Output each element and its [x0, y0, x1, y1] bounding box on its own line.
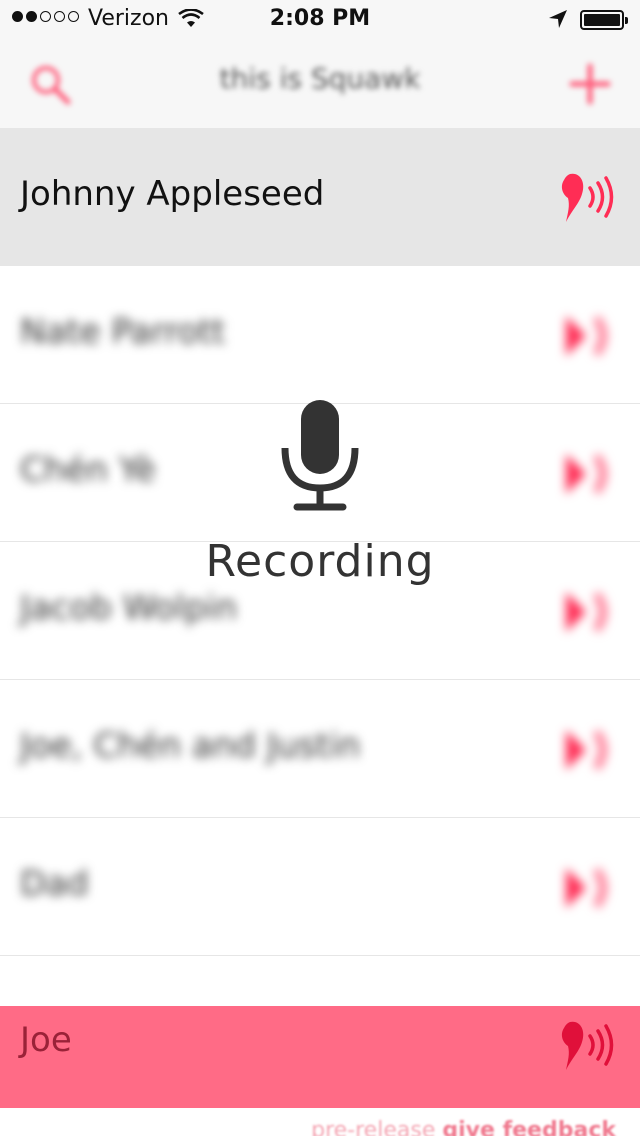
squawk-bird-icon[interactable] — [556, 582, 616, 642]
battery-icon — [580, 10, 628, 30]
contact-row[interactable]: Johnny Appleseed — [0, 128, 640, 266]
contact-name: Jacob Wolpin — [20, 588, 238, 628]
footer-prefix: pre-release — [311, 1118, 436, 1136]
navigation-bar: this is Squawk — [0, 40, 640, 129]
empty-row — [0, 956, 640, 1006]
contact-name: Johnny Appleseed — [20, 174, 325, 214]
recording-label: Recording — [205, 536, 435, 587]
plus-icon[interactable] — [568, 62, 612, 106]
microphone-icon — [281, 400, 359, 511]
squawk-bird-icon[interactable] — [556, 306, 616, 366]
contact-name: Dad — [20, 864, 89, 904]
give-feedback-link[interactable]: give feedback — [442, 1118, 616, 1136]
contact-row[interactable]: Joe, Chén and Justin — [0, 680, 640, 818]
contact-row[interactable]: Nate Parrott — [0, 266, 640, 404]
footer: pre-release give feedback — [0, 1108, 640, 1136]
contact-row[interactable]: Dad — [0, 818, 640, 956]
squawk-bird-icon[interactable] — [556, 1016, 616, 1076]
app-screen: Verizon 2:08 PM this is Squawk Johnny Ap… — [0, 0, 640, 1136]
status-bar: Verizon 2:08 PM — [0, 0, 640, 40]
squawk-bird-icon[interactable] — [556, 720, 616, 780]
location-arrow-icon — [549, 10, 567, 28]
contact-name: Joe, Chén and Justin — [20, 726, 361, 766]
squawk-bird-icon[interactable] — [556, 858, 616, 918]
footer-text: pre-release give feedback — [311, 1118, 616, 1136]
contact-name: Nate Parrott — [20, 312, 226, 352]
contact-name: Joe — [20, 1020, 72, 1060]
status-time: 2:08 PM — [269, 6, 371, 31]
squawk-bird-icon[interactable] — [556, 168, 616, 228]
page-title: this is Squawk — [219, 62, 421, 95]
recording-overlay: Recording — [0, 396, 640, 587]
contact-row-active[interactable]: Joe — [0, 1006, 640, 1108]
